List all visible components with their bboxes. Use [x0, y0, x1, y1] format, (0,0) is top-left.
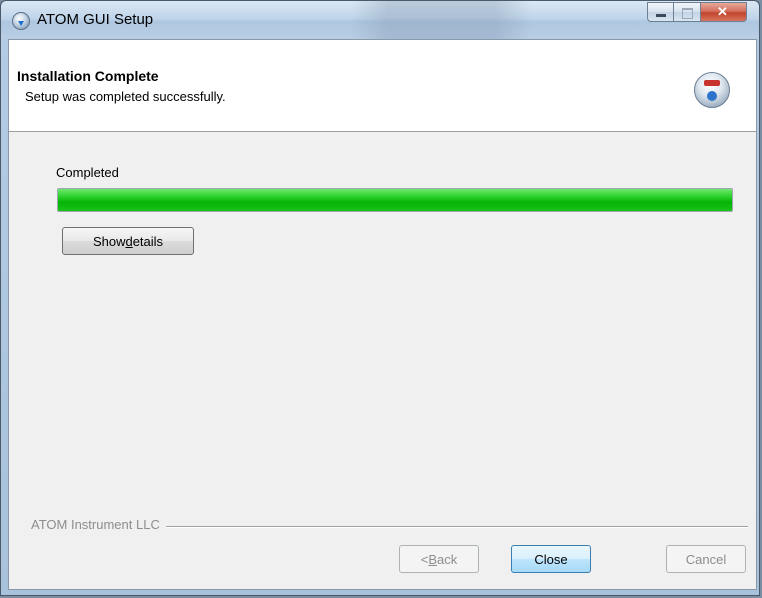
back-label-after: ack [437, 551, 458, 567]
title-bar[interactable]: ATOM GUI Setup ✕ [1, 1, 759, 39]
installer-globe-icon [694, 72, 730, 108]
show-details-button[interactable]: Show d etails [62, 227, 194, 255]
icon-label-badge [704, 80, 720, 86]
back-button[interactable]: < Back [399, 545, 479, 573]
dialog-client-area: Installation Complete Setup was complete… [8, 39, 757, 590]
back-mnemonic: B [428, 551, 438, 567]
download-arrow-icon [707, 91, 717, 101]
header-title: Installation Complete [17, 68, 159, 84]
minimize-button[interactable] [647, 2, 674, 22]
show-details-mnemonic: d [125, 233, 133, 249]
progress-fill [58, 189, 732, 211]
installer-window: ATOM GUI Setup ✕ Installation Complete S… [0, 0, 760, 596]
window-title: ATOM GUI Setup [37, 11, 154, 28]
close-button[interactable]: Close [511, 545, 591, 573]
maximize-button [674, 2, 701, 22]
back-label-before: < [420, 551, 429, 567]
window-close-button[interactable]: ✕ [701, 2, 747, 22]
cancel-button[interactable]: Cancel [666, 545, 746, 573]
setup-disc-icon [12, 12, 30, 30]
title-bar-glass-reflection [351, 1, 531, 39]
minimize-icon [656, 14, 666, 17]
progress-bar [57, 188, 733, 212]
branding-label: ATOM Instrument LLC [31, 517, 166, 532]
show-details-label-after: etails [132, 233, 164, 249]
maximize-icon [682, 8, 693, 19]
close-x-icon: ✕ [717, 4, 728, 19]
wizard-header: Installation Complete Setup was complete… [9, 40, 756, 132]
header-subtitle: Setup was completed successfully. [25, 89, 226, 104]
window-controls: ✕ [647, 2, 747, 22]
show-details-label-before: Show [92, 233, 126, 249]
status-label: Completed [56, 165, 119, 180]
